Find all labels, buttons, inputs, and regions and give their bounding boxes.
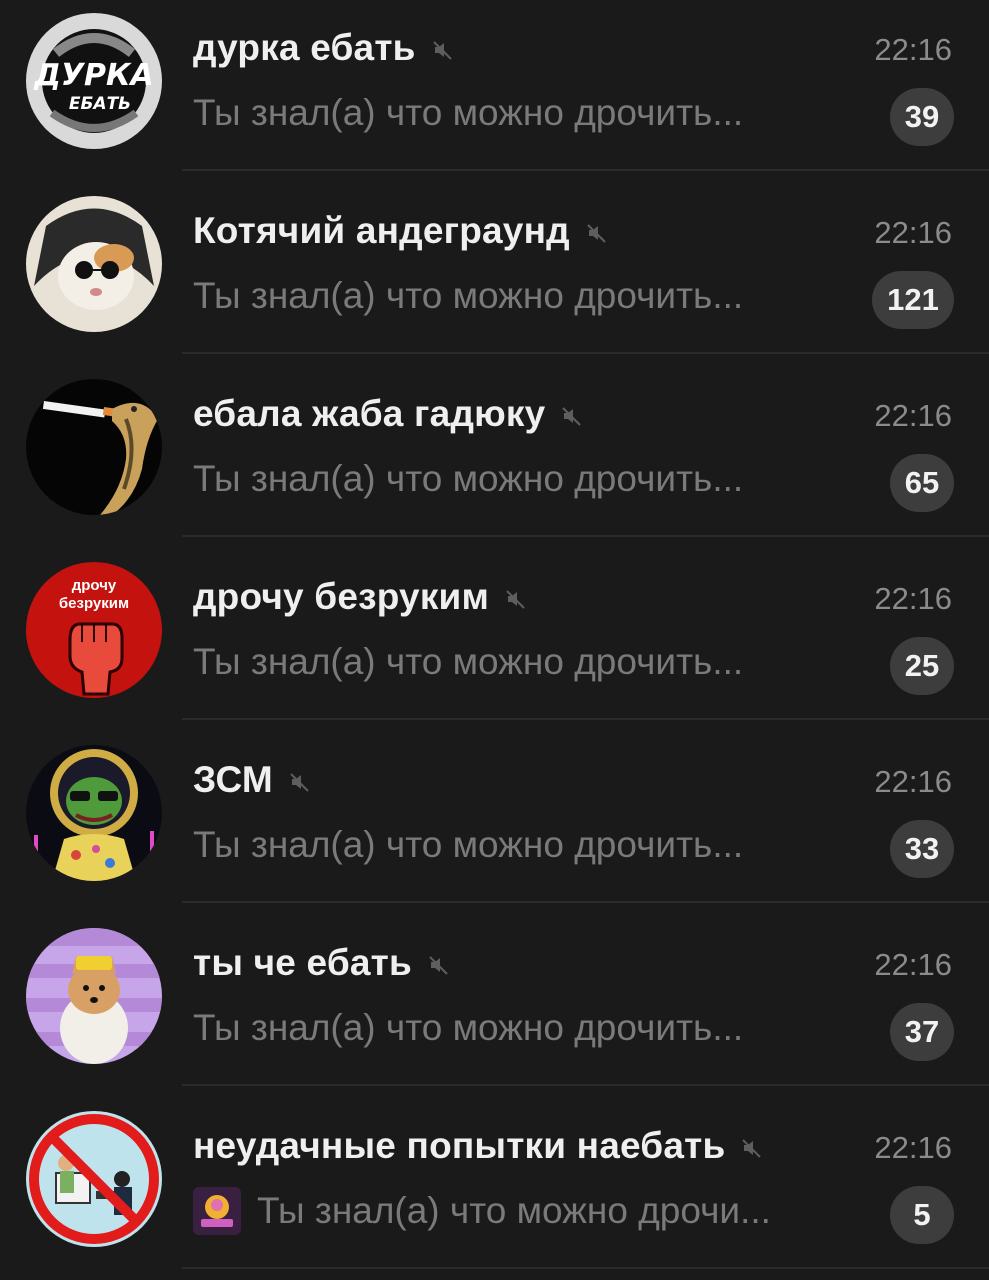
chat-row-kotyachiy[interactable]: Котячий андеграунд 22:16 Ты знал(а) что … [0, 171, 989, 354]
divider [182, 1267, 989, 1269]
avatar-label-line-1: дрочу [72, 577, 117, 594]
muted-speaker-icon [562, 407, 582, 426]
red-fist-avatar[interactable]: дрочу безруким [26, 562, 162, 698]
chat-time: 22:16 [874, 764, 952, 799]
muted-speaker-icon [429, 956, 448, 975]
chat-title: Котячий андеграунд [193, 210, 570, 251]
unread-badge: 33 [890, 820, 954, 878]
unread-badge: 39 [890, 88, 954, 146]
unread-badge: 121 [872, 271, 954, 329]
muted-speaker-icon [432, 41, 452, 60]
pepe-frog-avatar[interactable] [26, 745, 162, 881]
adult-thumbnail-icon [193, 1187, 241, 1235]
chat-preview: Ты знал(а) что можно дрочить... [193, 824, 744, 865]
chat-title: неудачные попытки наебать [193, 1125, 726, 1166]
chat-preview: Ты знал(а) что можно дрочить... [193, 275, 744, 316]
chat-title: ЗСМ [193, 759, 273, 800]
cat-with-sunglasses-avatar[interactable] [26, 196, 162, 332]
chat-row-ebala-zhaba[interactable]: ебала жаба гадюку 22:16 Ты знал(а) что м… [0, 354, 989, 537]
chat-time: 22:16 [874, 215, 952, 250]
chat-preview: Ты знал(а) что можно дрочить... [193, 92, 744, 133]
chat-time: 22:16 [874, 32, 952, 67]
chat-time: 22:16 [874, 947, 952, 982]
chat-row-neudachnye-popytki[interactable]: неудачные попытки наебать 22:16 Ты знал(… [0, 1086, 989, 1269]
chat-row-ty-che-ebat[interactable]: ты че ебать 22:16 Ты знал(а) что можно д… [0, 903, 989, 1086]
muted-speaker-icon [742, 1139, 762, 1158]
chat-time: 22:16 [874, 581, 952, 616]
shiba-dog-avatar[interactable] [26, 928, 162, 1064]
prohibited-sign-avatar[interactable] [26, 1111, 162, 1247]
unread-badge: 5 [890, 1186, 954, 1244]
muted-speaker-icon [290, 773, 309, 792]
unread-badge: 25 [890, 637, 954, 695]
chat-title: дрочу безруким [193, 576, 490, 617]
chat-preview: Ты знал(а) что можно дрочить... [193, 1007, 744, 1048]
chat-title: ты че ебать [193, 942, 412, 983]
avatar-label-line-2: безруким [59, 595, 129, 612]
chat-row-drochu-bezrukim[interactable]: дрочу безруким дрочу безруким 22:16 Ты з… [0, 537, 989, 720]
durka-logo-avatar[interactable]: ДУРКА ЕБАТЬ [26, 13, 162, 149]
unread-badge: 37 [890, 1003, 954, 1061]
muted-speaker-icon [587, 224, 606, 243]
chat-row-durka[interactable]: ДУРКА ЕБАТЬ дурка ебать 22:16 Ты знал(а)… [0, 0, 989, 171]
chat-preview: Ты знал(а) что можно дрочить... [193, 458, 744, 499]
chat-preview: Ты знал(а) что можно дрочить... [193, 641, 744, 682]
avatar-logo-text: ДУРКА [33, 58, 154, 93]
chat-preview: Ты знал(а) что можно дрочи... [257, 1190, 771, 1231]
chat-title: дурка ебать [193, 27, 416, 68]
muted-speaker-icon [506, 590, 525, 609]
avatar-logo-subtext: ЕБАТЬ [69, 94, 131, 114]
chat-time: 22:16 [874, 398, 952, 433]
snake-smoking-avatar[interactable] [26, 379, 162, 515]
unread-badge: 65 [890, 454, 954, 512]
chat-row-zsm[interactable]: ЗСМ 22:16 Ты знал(а) что можно дрочить..… [0, 720, 989, 903]
chat-list: ДУРКА ЕБАТЬ дурка ебать 22:16 Ты знал(а)… [0, 0, 989, 1269]
chat-time: 22:16 [874, 1130, 952, 1165]
chat-title: ебала жаба гадюку [193, 393, 546, 434]
